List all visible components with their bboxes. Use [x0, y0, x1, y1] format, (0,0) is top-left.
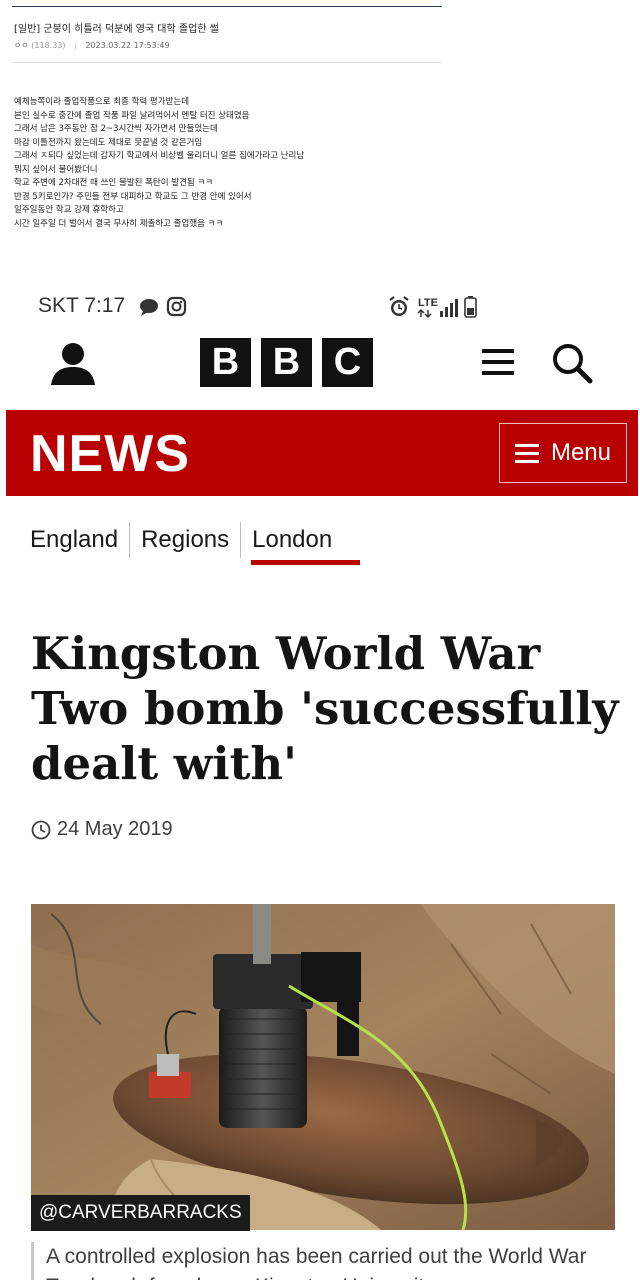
post-author-ip: (118.33): [31, 41, 66, 50]
nav-item-regions[interactable]: Regions: [130, 522, 240, 558]
article-date-text: 24 May 2019: [57, 818, 173, 840]
post-body-line: 마감 이틀전까지 왔는데도 제대로 못끝낼 것 같은거임: [14, 137, 203, 148]
notification-icons: [138, 296, 190, 322]
post-divider: [12, 62, 442, 63]
nav-active-indicator: [251, 560, 360, 565]
nav-item-england[interactable]: England: [30, 522, 129, 558]
post-timestamp: 2023.03.22 17:53:49: [85, 41, 170, 50]
alarm-icon: [389, 296, 409, 316]
search-icon[interactable]: [551, 342, 593, 388]
article-headline: Kingston World War Two bomb 'successfull…: [31, 627, 619, 790]
post-body-line: 그래서 ㅈ되다 싶었는데 갑자기 학교에서 비상벨 울리더니 얼른 집에가라고 …: [14, 151, 305, 161]
news-wordmark[interactable]: NEWS: [30, 424, 190, 484]
battery-icon: [464, 296, 477, 318]
instagram-icon: [166, 296, 187, 317]
post-author[interactable]: ㅇㅇ: [14, 41, 29, 50]
meta-separator: |: [74, 41, 77, 50]
forum-post: [일반] 군붕이 히틀러 덕분에 영국 대학 졸업한 썰 ㅇㅇ (118.33)…: [0, 0, 640, 262]
bbc-phone-screenshot: SKT 7:17 LTE B B C NEWS Menu England Reg…: [0, 278, 640, 1280]
article-image[interactable]: [31, 904, 615, 1230]
hamburger-icon[interactable]: [482, 348, 514, 380]
bbc-logo[interactable]: B B C: [200, 338, 373, 387]
carrier-time: SKT 7:17: [38, 294, 126, 317]
menu-button[interactable]: Menu: [499, 423, 627, 483]
chat-icon: [140, 299, 158, 316]
menu-label: Menu: [550, 439, 612, 466]
bbc-logo-block: C: [322, 338, 373, 387]
post-body-line: 반경 5키로인가? 주민들 전부 대피하고 학교도 그 반경 안에 있어서: [14, 191, 252, 202]
post-meta: ㅇㅇ (118.33) | 2023.03.22 17:53:49: [14, 40, 170, 51]
post-body-line: 학교 주변에 2차대전 때 쓰인 불발된 폭탄이 발견됨 ㅋㅋ: [14, 178, 214, 188]
post-body: 예체능쪽이라 졸업작품으로 최종 학력 평가받는데 본인 실수로 중간에 졸업 …: [14, 96, 304, 231]
clock-icon: [31, 820, 51, 839]
post-body-line: 일주일동안 학교 강제 휴학하고: [14, 205, 124, 215]
image-caption: A controlled explosion has been carried …: [31, 1242, 615, 1280]
image-credit: @CARVERBARRACKS: [31, 1195, 250, 1231]
signal-icon: [440, 299, 458, 317]
account-icon[interactable]: [50, 340, 96, 390]
post-body-line: 본인 실수로 중간에 졸업 작품 파일 날려먹어서 멘탈 터진 상태였음: [14, 110, 250, 121]
menu-icon: [514, 443, 539, 463]
bomb-photo: [31, 904, 615, 1230]
system-icons: LTE: [388, 294, 486, 324]
section-nav: England Regions London: [30, 514, 343, 566]
bbc-logo-block: B: [200, 338, 251, 387]
bbc-logo-block: B: [261, 338, 312, 387]
post-body-line: 예체능쪽이라 졸업작품으로 최종 학력 평가받는데: [14, 97, 190, 107]
post-body-line: 시간 일주일 더 벌어서 결국 무사히 제출하고 졸업했음 ㅋㅋ: [14, 218, 224, 229]
post-title[interactable]: [일반] 군붕이 히틀러 덕분에 영국 대학 졸업한 썰: [14, 20, 219, 35]
news-banner: NEWS Menu: [6, 410, 638, 496]
nav-item-london[interactable]: London: [241, 522, 343, 558]
post-body-line: 그래서 남은 3주동안 잠 2~3시간씩 자가면서 만들었는데: [14, 124, 218, 134]
network-label: LTE: [418, 297, 438, 309]
post-top-line: [12, 6, 442, 7]
article-date: 24 May 2019: [31, 818, 173, 841]
status-bar: SKT 7:17 LTE: [0, 290, 640, 326]
bbc-header: B B C: [0, 336, 640, 394]
post-body-line: 뭐지 싶어서 물어봤더니: [14, 164, 98, 175]
